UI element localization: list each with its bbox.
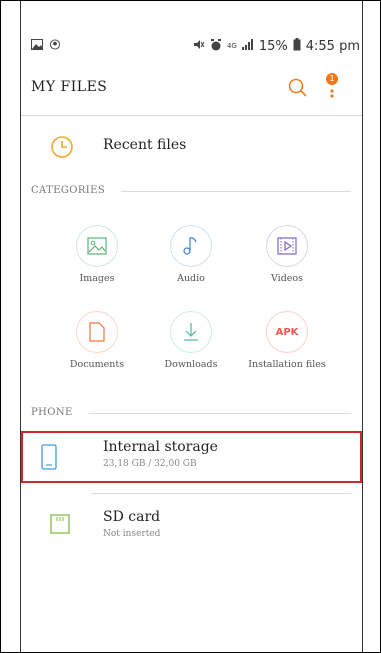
battery-percent: 15% [258, 38, 288, 54]
category-videos[interactable]: Videos [237, 225, 337, 284]
network-type-label: 4G [226, 42, 237, 50]
mute-icon [193, 39, 205, 53]
app-bar: MY FILES 1 [21, 63, 362, 116]
storage-status: Not inserted [103, 529, 161, 539]
category-images[interactable]: Images [47, 225, 147, 284]
gallery-notification-icon [31, 39, 43, 53]
more-vert-icon [330, 89, 334, 98]
category-label: Downloads [164, 359, 218, 370]
status-bar: 4G 15% 4:55 pm [21, 35, 362, 59]
category-label: Videos [270, 273, 304, 284]
sd-card-icon [50, 514, 70, 534]
search-icon [288, 78, 307, 97]
music-note-icon [170, 225, 212, 267]
recent-files-item[interactable]: Recent files [21, 125, 362, 169]
search-button[interactable] [287, 77, 309, 99]
categories-divider [121, 191, 351, 192]
categories-header: CATEGORIES [31, 185, 106, 196]
sd-card-item[interactable]: SD card Not inserted [21, 501, 362, 553]
storage-title: SD card [103, 509, 161, 525]
page-title: MY FILES [31, 79, 108, 95]
phone-divider [89, 413, 351, 414]
apk-icon: APK [266, 311, 308, 353]
category-downloads[interactable]: Downloads [141, 311, 241, 370]
category-documents[interactable]: Documents [47, 311, 147, 370]
category-audio[interactable]: Audio [141, 225, 241, 284]
clock: 4:55 pm [305, 38, 360, 54]
recent-files-label: Recent files [103, 137, 187, 153]
download-icon [170, 311, 212, 353]
category-label: Documents [69, 359, 125, 370]
storage-title: Internal storage [103, 439, 218, 455]
more-options-button[interactable]: 1 [321, 71, 343, 101]
storage-divider [91, 493, 351, 494]
battery-icon [293, 38, 301, 54]
phone-storage-icon [41, 444, 57, 470]
storage-usage: 23,18 GB / 32,00 GB [103, 459, 197, 469]
category-label: Audio [177, 273, 205, 284]
image-icon [76, 225, 118, 267]
screenshot-frame: 4G 15% 4:55 pm MY FILES 1 Recent files C… [0, 0, 381, 653]
clock-icon [51, 136, 73, 158]
category-label: Installation files [248, 359, 326, 370]
phone-header: PHONE [31, 407, 73, 418]
sync-notification-icon [49, 39, 61, 53]
internal-storage-item[interactable]: Internal storage 23,18 GB / 32,00 GB [21, 431, 362, 483]
document-icon [76, 311, 118, 353]
phone-screen: 4G 15% 4:55 pm MY FILES 1 Recent files C… [20, 1, 363, 652]
category-installation-files[interactable]: APK Installation files [237, 311, 337, 370]
signal-icon [241, 39, 254, 53]
alarm-icon [210, 38, 222, 54]
video-icon [266, 225, 308, 267]
category-label: Images [79, 273, 115, 284]
